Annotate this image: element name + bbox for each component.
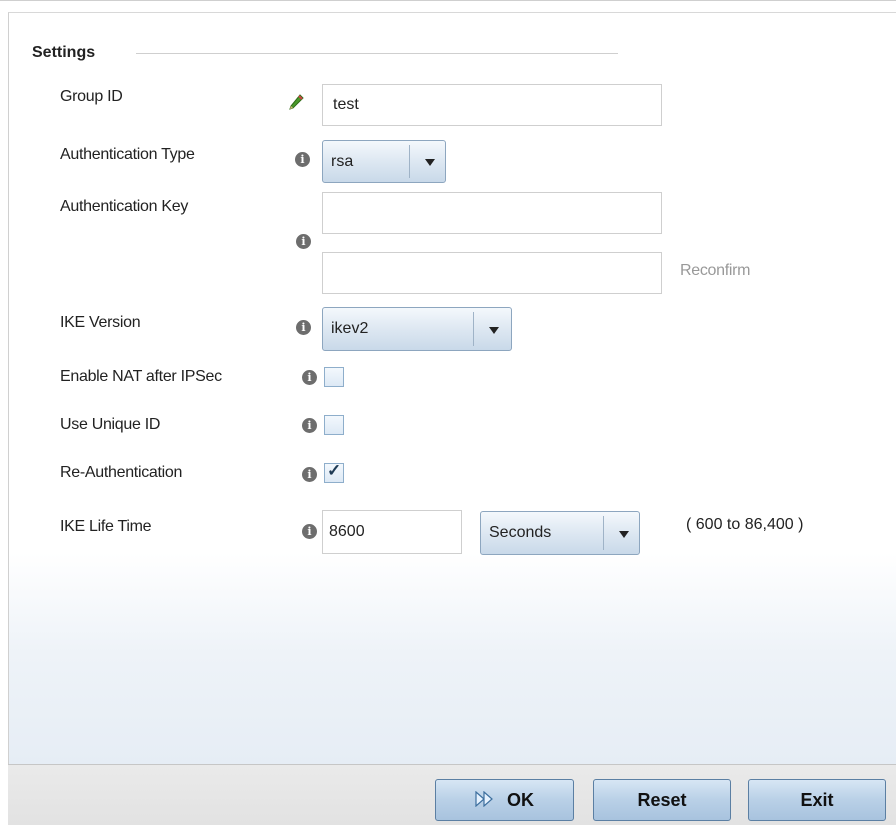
info-icon[interactable]: i [296, 234, 311, 249]
info-icon[interactable]: i [302, 418, 317, 433]
auth-key-label: Authentication Key [60, 198, 189, 215]
ike-version-select[interactable]: ikev2 [322, 307, 512, 351]
reconfirm-hint: Reconfirm [680, 262, 751, 279]
info-icon[interactable]: i [302, 467, 317, 482]
chevron-down-icon [619, 531, 629, 538]
auth-key-input[interactable] [322, 192, 662, 234]
reauth-label: Re-Authentication [60, 464, 183, 481]
auth-type-label: Authentication Type [60, 146, 195, 163]
unique-id-label: Use Unique ID [60, 416, 161, 433]
ike-lifetime-label: IKE Life Time [60, 518, 152, 535]
auth-type-value: rsa [331, 153, 354, 170]
ok-label: OK [507, 790, 534, 810]
lifetime-range-hint: ( 600 to 86,400 ) [686, 516, 804, 533]
unique-id-checkbox[interactable] [324, 415, 344, 435]
group-id-input[interactable]: test [322, 84, 662, 126]
ike-version-value: ikev2 [331, 320, 369, 337]
chevron-down-icon [489, 327, 499, 334]
info-icon[interactable]: i [295, 152, 310, 167]
pencil-icon [288, 94, 304, 117]
reset-button[interactable]: Reset [593, 779, 731, 821]
exit-button[interactable]: Exit [748, 779, 886, 821]
select-separator [473, 312, 474, 346]
select-separator [409, 145, 410, 178]
ok-button[interactable]: OK [435, 779, 574, 821]
auth-key-confirm-input[interactable] [322, 252, 662, 294]
section-divider [136, 53, 618, 54]
top-divider [0, 0, 896, 1]
info-icon[interactable]: i [302, 524, 317, 539]
enable-nat-label: Enable NAT after IPSec [60, 368, 222, 385]
chevron-down-icon [425, 159, 435, 166]
section-title: Settings [32, 44, 96, 61]
checkmark-icon: ✓ [327, 461, 342, 480]
enable-nat-checkbox[interactable] [324, 367, 344, 387]
ike-version-label: IKE Version [60, 314, 141, 331]
lifetime-unit-select[interactable]: Seconds [480, 511, 640, 555]
select-separator [603, 516, 604, 550]
reauth-checkbox[interactable]: ✓ [324, 461, 344, 483]
lifetime-unit-value: Seconds [489, 524, 552, 541]
info-icon[interactable]: i [296, 320, 311, 335]
auth-type-select[interactable]: rsa [322, 140, 446, 183]
double-play-icon [475, 781, 495, 821]
ike-lifetime-input[interactable]: 8600 [322, 510, 462, 554]
group-id-label: Group ID [60, 88, 123, 105]
info-icon[interactable]: i [302, 370, 317, 385]
